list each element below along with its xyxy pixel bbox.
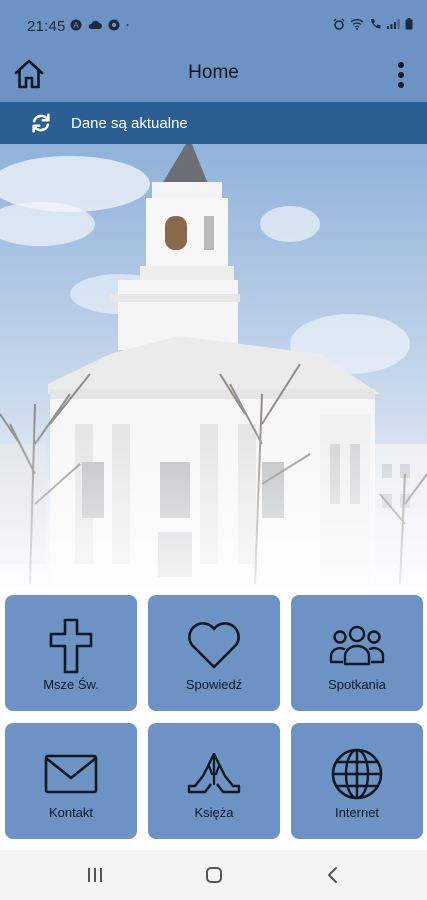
status-right-icons <box>333 18 413 30</box>
wifi-icon <box>350 19 364 30</box>
praying-hands-icon <box>187 752 241 794</box>
call-icon <box>371 19 381 29</box>
tile-masses[interactable]: Msze Św. <box>5 595 137 711</box>
system-navigation-bar <box>0 850 427 900</box>
back-icon <box>328 867 337 883</box>
overflow-menu-button[interactable] <box>391 58 411 92</box>
church-photo <box>0 144 427 590</box>
refresh-icon[interactable] <box>30 112 52 134</box>
svg-text:A: A <box>73 21 79 30</box>
menu-tiles: Msze Św. Spowiedź Spotkania Kontakt Księ… <box>0 590 427 850</box>
tile-confession[interactable]: Spowiedź <box>148 595 280 711</box>
auto-icon: A <box>70 19 82 31</box>
nav-home-icon <box>206 867 222 883</box>
page-title: Home <box>188 62 239 83</box>
tile-contact-label: Kontakt <box>48 805 94 820</box>
envelope-icon <box>44 754 98 794</box>
recents-icon <box>88 868 102 882</box>
back-button[interactable] <box>320 862 346 888</box>
alarm-icon <box>333 18 345 30</box>
group-icon <box>329 625 385 666</box>
tile-internet[interactable]: Internet <box>291 723 423 839</box>
tile-meetings-label: Spotkania <box>328 677 386 692</box>
tile-priests-label: Księża <box>194 805 234 820</box>
sync-status-text: Dane są aktualne <box>71 115 188 132</box>
tile-confession-label: Spowiedź <box>185 677 243 692</box>
tile-masses-label: Msze Św. <box>43 677 99 692</box>
heart-icon <box>188 622 240 669</box>
app-bar: Home <box>0 48 427 102</box>
cloud-icon <box>88 20 102 29</box>
tile-priests[interactable]: Księża <box>148 723 280 839</box>
more-vertical-icon <box>398 62 404 88</box>
app-icon <box>108 19 120 31</box>
globe-icon <box>331 748 383 800</box>
status-bar: 21:45 A <box>0 0 427 48</box>
dot-icon <box>126 24 129 26</box>
status-time: 21:45 <box>27 18 66 35</box>
tile-meetings[interactable]: Spotkania <box>291 595 423 711</box>
recents-button[interactable] <box>82 862 108 888</box>
signal-icon <box>387 19 400 29</box>
sync-status-bar: Dane są aktualne <box>0 102 427 144</box>
cross-icon <box>49 618 93 674</box>
tile-contact[interactable]: Kontakt <box>5 723 137 839</box>
battery-icon <box>405 18 413 30</box>
tile-internet-label: Internet <box>334 805 380 820</box>
system-home-button[interactable] <box>201 862 227 888</box>
status-left-icons: A <box>70 19 132 31</box>
